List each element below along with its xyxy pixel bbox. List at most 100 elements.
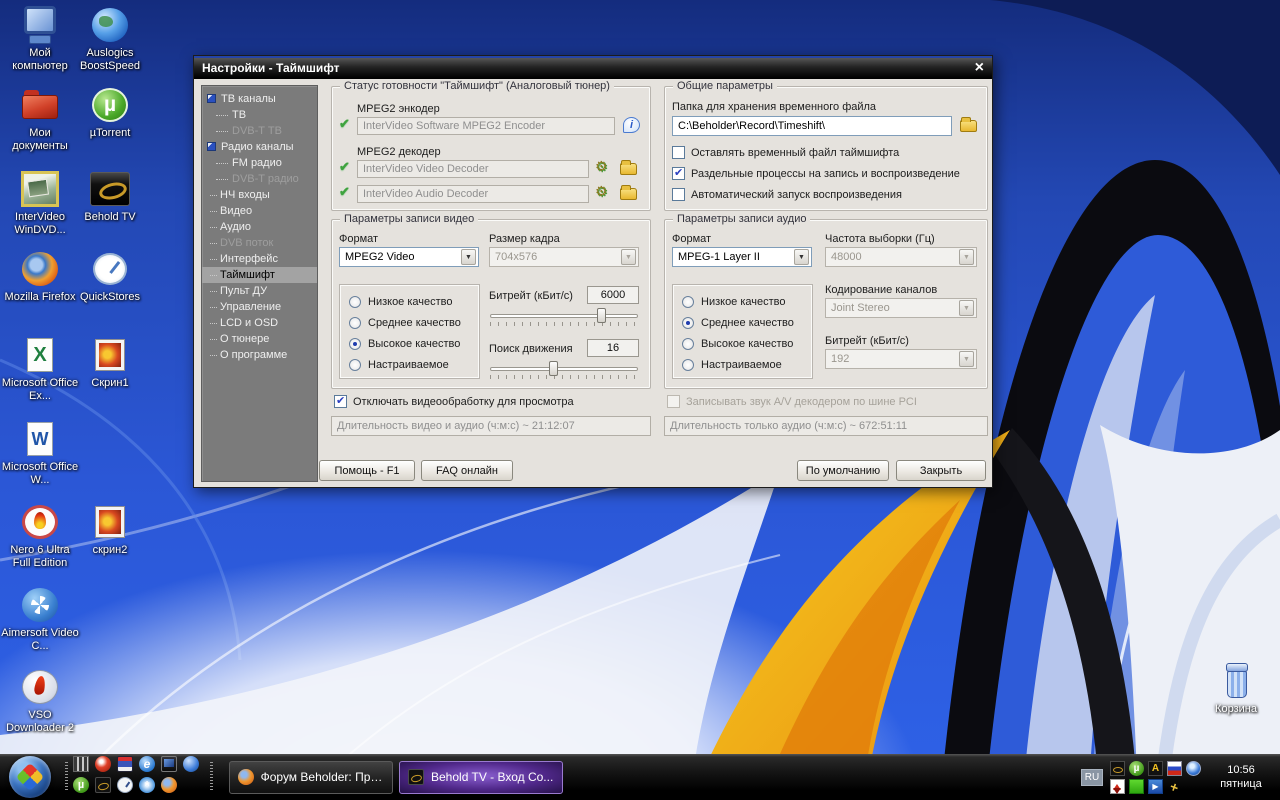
blue-orb-tray-icon[interactable] [1186,761,1201,776]
quality-radio-option[interactable]: Высокое качество [340,333,479,354]
desktop-icon[interactable]: µTorrent [70,86,150,140]
codec-browse-folder-icon[interactable] [620,163,637,175]
codec-select-icon[interactable] [595,159,613,175]
desktop-icon[interactable]: скрин2 [70,503,150,557]
dropdown-arrow-icon[interactable] [461,249,476,265]
taskbar-task-button[interactable]: Behold TV - Вход Со... [399,761,563,794]
help-button[interactable]: Помощь - F1 [319,460,415,481]
slider-track[interactable] [490,367,638,371]
quality-radio-option[interactable]: Высокое качество [673,333,812,354]
dropdown-arrow-icon[interactable] [794,249,809,265]
sidebar-item[interactable]: Видео [202,203,317,219]
audio-format-combobox[interactable]: MPEG-1 Layer II [672,247,812,267]
defaults-button[interactable]: По умолчанию [797,460,889,481]
sidebar-item[interactable]: LCD и OSD [202,315,317,331]
quality-radio-option[interactable]: Среднее качество [673,312,812,333]
radio-icon[interactable] [349,359,361,371]
desktop-icon[interactable]: Microsoft Office Ex... [0,336,80,403]
video-bitrate-slider[interactable] [490,308,638,326]
close-button[interactable]: Закрыть [896,460,986,481]
behold-tv-icon[interactable] [95,777,111,793]
sidebar-item[interactable]: Радио каналы [202,139,317,155]
language-indicator[interactable]: RU [1081,769,1103,786]
desktop-icon[interactable]: Microsoft Office W... [0,420,80,487]
slider-thumb[interactable] [549,361,558,376]
sidebar-item[interactable]: DVB-T радио [202,171,317,187]
quickstores-clock-icon[interactable] [117,777,133,793]
browse-folder-icon[interactable] [960,120,977,132]
quality-radio-option[interactable]: Низкое качество [340,291,479,312]
quality-radio-option[interactable]: Среднее качество [340,312,479,333]
sidebar-item[interactable]: Интерфейс [202,251,317,267]
green-status-icon[interactable] [1129,779,1144,794]
internet-explorer-icon[interactable] [139,756,155,772]
desktop-icon[interactable]: Nero 6 Ultra Full Edition [0,503,80,570]
general-checkbox[interactable]: Раздельные процессы на запись и воспроиз… [672,167,960,180]
desktop-icon[interactable]: VSO Downloader 2 [0,668,80,735]
behold-tv-tray-icon[interactable] [1110,761,1125,776]
checkbox-icon[interactable] [672,188,685,201]
floppy-save-icon[interactable] [117,756,133,772]
media-codec-icon[interactable] [73,756,89,772]
sidebar-item[interactable]: О тюнере [202,331,317,347]
firefox-icon[interactable] [161,777,177,793]
punto-switcher-icon[interactable] [1148,761,1163,776]
info-icon[interactable] [623,117,640,133]
sidebar-item[interactable]: Управление [202,299,317,315]
slider-track[interactable] [490,314,638,318]
close-icon[interactable]: × [975,60,984,76]
convertx-icon[interactable] [139,777,155,793]
sidebar-item[interactable]: FM радио [202,155,317,171]
desktop-icon[interactable]: Auslogics BoostSpeed [70,6,150,73]
radio-icon[interactable] [682,338,694,350]
ru-flag-icon[interactable] [1167,761,1182,776]
window-titlebar[interactable]: Настройки - Таймшифт × [194,56,992,79]
nero-icon[interactable] [95,756,111,772]
sidebar-item[interactable]: Пульт ДУ [202,283,317,299]
general-checkbox[interactable]: Оставлять временный файл таймшифта [672,146,899,159]
sidebar-item[interactable]: DVB поток [202,235,317,251]
sidebar-item[interactable]: ТВ [202,107,317,123]
radio-icon[interactable] [349,338,361,350]
wand-icon[interactable] [1167,779,1182,794]
disable-processing-checkbox[interactable]: Отключать видеообработку для просмотра [334,395,574,408]
motion-search-value[interactable]: 16 [587,339,639,357]
taskbar-task-button[interactable]: Форум Beholder: Про... [229,761,393,794]
sidebar-item[interactable]: Таймшифт [202,267,317,283]
faq-button[interactable]: FAQ онлайн [421,460,513,481]
desktop-icon[interactable]: Мой компьютер [0,6,80,73]
general-checkbox[interactable]: Автоматический запуск воспроизведения [672,188,902,201]
utorrent-tray-icon[interactable] [1129,761,1144,776]
quality-radio-option[interactable]: Настраиваемое [340,354,479,375]
radio-icon[interactable] [349,317,361,329]
desktop-icon[interactable]: Корзина [1196,662,1276,716]
quality-radio-option[interactable]: Настраиваемое [673,354,812,375]
slider-thumb[interactable] [597,308,606,323]
desktop-icon[interactable]: Aimersoft Video C... [0,586,80,653]
display-icon[interactable] [161,756,177,772]
radio-icon[interactable] [682,317,694,329]
sidebar-item[interactable]: НЧ входы [202,187,317,203]
video-format-combobox[interactable]: MPEG2 Video [339,247,479,267]
desktop-icon[interactable]: Мои документы [0,86,80,153]
video-bitrate-value[interactable]: 6000 [587,286,639,304]
desktop-icon[interactable]: Скрин1 [70,336,150,390]
radio-icon[interactable] [349,296,361,308]
checkbox-icon[interactable] [672,146,685,159]
player-tray-icon[interactable] [1148,779,1163,794]
radio-icon[interactable] [682,359,694,371]
blue-orb-icon[interactable] [183,756,199,772]
quality-radio-option[interactable]: Низкое качество [673,291,812,312]
desktop-icon[interactable]: Behold TV [70,170,150,224]
desktop-icon[interactable]: QuickStores [70,250,150,304]
codec-select-icon[interactable] [595,184,613,200]
sidebar-item[interactable]: DVB-T ТВ [202,123,317,139]
start-button[interactable] [9,756,51,798]
codec-browse-folder-icon[interactable] [620,188,637,200]
checkbox-icon[interactable] [672,167,685,180]
utorrent-icon[interactable] [73,777,89,793]
motion-search-slider[interactable] [490,361,638,379]
radio-icon[interactable] [682,296,694,308]
desktop-icon[interactable]: InterVideo WinDVD... [0,170,80,237]
temp-folder-input[interactable]: C:\Beholder\Record\Timeshift\ [672,116,952,136]
